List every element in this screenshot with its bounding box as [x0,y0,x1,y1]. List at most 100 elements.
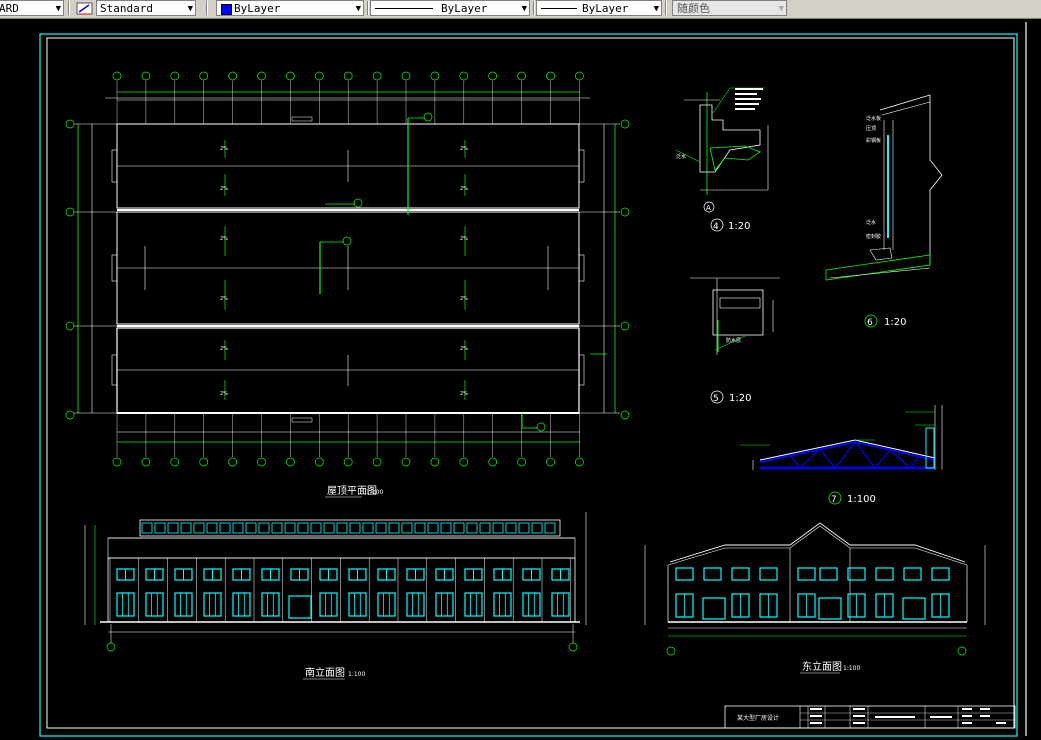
detail-4: 泛水 A 4 1:20 [675,87,769,232]
lineweight-sample [541,8,577,9]
detail-7-scale: 1:100 [847,494,876,505]
roof-plan-scale: 1:100 [366,489,383,496]
grid-bubble [546,71,555,81]
entrance-door [288,595,312,619]
svg-text:密封胶: 密封胶 [866,233,881,240]
clerestory-window [518,522,530,534]
detail-4-scale: 1:20 [728,221,750,232]
clerestory-window [466,522,478,534]
lower-window [377,592,396,617]
clerestory-window [492,522,504,534]
south-elevation: 南立面图 1:100 [84,512,587,680]
clerestory-window [271,522,283,534]
text-style-dropdown[interactable]: ARD ▼ [0,0,64,16]
clerestory-window [141,522,153,534]
drawing-canvas[interactable]: 2% 2% 2% 2% 2% 2% 2% 2% 2% 2% 2% 2% 屋顶平面… [0,18,1041,740]
detail-4-number: 4 [713,222,719,232]
grid-bubble [488,71,498,81]
clerestory-window [479,522,491,534]
upper-window [931,567,950,581]
properties-toolbar: ARD ▼ Standard ▼ ByLayer ▼ ByLayer ▼ ByL… [0,0,1041,19]
lower-window [435,592,454,617]
chevron-down-icon[interactable]: ▼ [56,1,61,15]
south-elevation-scale: 1:100 [348,671,365,678]
grid-bubble [459,71,469,81]
color-control-dropdown[interactable]: ByLayer ▼ [216,0,364,16]
toolbar-separator [206,1,208,15]
linetype-sample [375,8,433,9]
east-elevation-title: 东立面图 [802,660,842,673]
lower-window [464,592,483,617]
clerestory-window [388,522,400,534]
lower-window [551,592,570,617]
grid-bubbles-bottom [112,457,584,467]
linetype-control-dropdown[interactable]: ByLayer ▼ [370,0,530,16]
dimension-style-icon[interactable] [76,1,94,17]
dimension-style-value: Standard [100,2,153,15]
svg-text:2%: 2% [220,186,228,192]
detail-6-scale: 1:20 [884,317,906,328]
lower-window [261,592,280,617]
svg-text:2%: 2% [220,236,228,242]
east-elevation: 东立面图 1:100 [644,522,986,674]
detail-5-number: 5 [713,394,719,404]
grid-bubble [286,457,295,467]
clerestory-window [414,522,426,534]
vertical-scrollbar[interactable] [1025,22,1027,736]
grid-bubble [199,457,209,467]
lower-window [406,592,425,617]
dimension-style-dropdown[interactable]: Standard ▼ [96,0,196,16]
svg-text:泛水: 泛水 [676,153,686,160]
clerestory-window [336,522,348,534]
chevron-down-icon[interactable]: ▼ [522,1,527,15]
detail-6: 泛水板压顶彩钢板 泛水密封胶 6 1:20 [825,94,943,328]
grid-bubble [575,457,584,467]
svg-text:2%: 2% [220,346,228,352]
grid-bubble [199,71,209,81]
south-elevation-title: 南立面图 [305,666,345,679]
clerestory-window [297,522,309,534]
clerestory-window [349,522,361,534]
chevron-down-icon[interactable]: ▼ [188,1,193,15]
svg-text:防水层: 防水层 [726,337,741,344]
grid-bubble [343,71,353,81]
clerestory-window [427,522,439,534]
toolbar-separator [68,1,70,15]
lower-window [348,592,367,617]
lower-window [522,592,541,617]
svg-text:2%: 2% [460,296,468,302]
svg-text:2%: 2% [460,146,468,152]
svg-text:2%: 2% [220,391,228,397]
chevron-down-icon[interactable]: ▼ [654,1,659,15]
grid-bubble [112,71,122,81]
grid-bubble [546,457,555,467]
svg-text:彩钢板: 彩钢板 [866,137,881,144]
grid-bubble [228,457,237,467]
title-block-project-name: 某大型厂房设计 [737,714,779,722]
color-value: ByLayer [234,2,281,15]
clerestory-window [453,522,465,534]
plot-style-dropdown[interactable]: 随颜色 ▼ [672,0,787,16]
grid-bubble [488,457,498,467]
plot-style-value: 随颜色 [677,2,710,15]
chevron-down-icon: ▼ [778,4,784,14]
grid-bubble [372,71,382,81]
clerestory-window [258,522,270,534]
grid-bubble [401,457,411,467]
lower-window [174,592,193,617]
grid-bubble [170,457,180,467]
grid-bubble [314,457,324,467]
east-elevation-scale: 1:100 [843,665,860,672]
upper-window [903,567,922,581]
clerestory-window [531,522,543,534]
grid-bubble [575,71,584,81]
detail-7-number: 7 [831,495,837,505]
clerestory-window [375,522,387,534]
svg-text:2%: 2% [460,236,468,242]
chevron-down-icon[interactable]: ▼ [356,1,361,15]
grid-bubble [228,71,237,81]
clerestory-window [544,522,556,534]
lineweight-control-dropdown[interactable]: ByLayer ▼ [536,0,662,16]
clerestory-window [323,522,335,534]
toolbar-separator [533,1,535,15]
